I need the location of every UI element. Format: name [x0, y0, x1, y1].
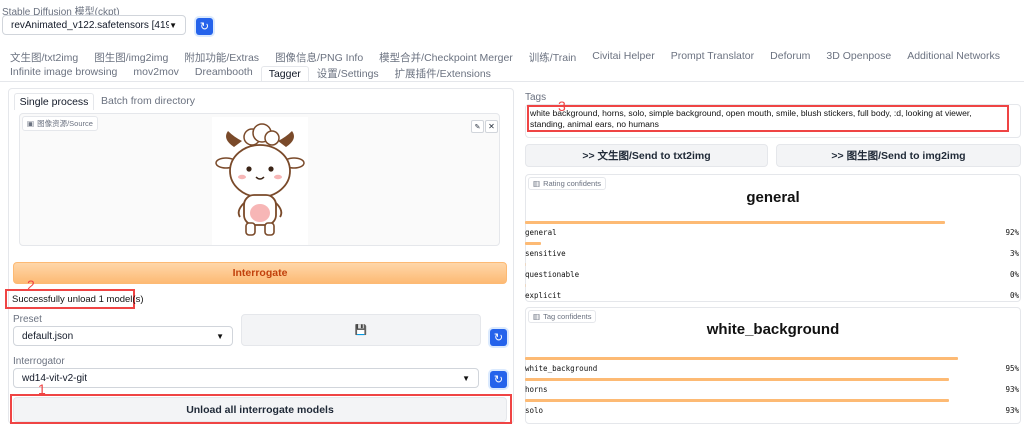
tab-txt2img[interactable]: 文生图/txt2img [2, 50, 86, 65]
tab-extras[interactable]: 附加功能/Extras [176, 50, 267, 65]
annotation-box-1 [10, 394, 512, 424]
preset-label: Preset [13, 314, 42, 325]
confidence-percent: 3% [1009, 249, 1019, 258]
confidence-name: white_background [525, 364, 598, 373]
preset-value: default.json [22, 330, 74, 342]
chart-icon: ▥ [533, 179, 541, 188]
confidence-row: general 92% [525, 221, 1021, 237]
tab-tagger[interactable]: Tagger [260, 66, 309, 81]
model-value: revAnimated_v122.safetensors [4199bcdc [11, 19, 170, 31]
confidence-name: horns [525, 385, 548, 394]
confidence-name: sensitive [525, 249, 566, 258]
status-text: Successfully unload 1 model(s) [12, 294, 144, 305]
interrogator-refresh-button[interactable]: ↻ [490, 371, 507, 388]
refresh-icon: ↻ [493, 332, 504, 344]
confidence-percent: 0% [1009, 270, 1019, 279]
chevron-down-icon: ▼ [169, 20, 177, 30]
tab-additional-networks[interactable]: Additional Networks [899, 50, 1008, 65]
confidence-name: solo [525, 406, 544, 415]
tab-checkpoint-merger[interactable]: 模型合并/Checkpoint Merger [371, 50, 521, 65]
tab-train[interactable]: 训练/Train [521, 50, 584, 65]
preset-refresh-button[interactable]: ↻ [490, 329, 507, 346]
preset-dropdown[interactable]: default.json ▼ [13, 326, 233, 346]
edit-icon[interactable]: ✎ [471, 120, 484, 133]
subtab-batch[interactable]: Batch from directory [101, 95, 195, 107]
rating-top-label: general [746, 189, 800, 206]
send-to-img2img-button[interactable]: >> 图生图/Send to img2img [776, 144, 1021, 167]
main-tabs-row1: 文生图/txt2img 图生图/img2img 附加功能/Extras 图像信息/PN… [2, 50, 1008, 65]
confidence-row: solo 93% [525, 399, 1021, 415]
confidence-percent: 92% [1005, 228, 1019, 237]
confidence-bar [525, 399, 949, 402]
confidence-name: general [525, 228, 557, 237]
interrogator-dropdown[interactable]: wd14-vit-v2-git ▼ [13, 368, 479, 388]
confidence-percent: 95% [1005, 364, 1019, 373]
tab-3d-openpose[interactable]: 3D Openpose [818, 50, 899, 65]
tab-png-info[interactable]: 图像信息/PNG Info [267, 50, 371, 65]
save-preset-button[interactable]: 💾 [241, 314, 481, 346]
source-label: ▣ 图像资源/Source [22, 116, 98, 131]
confidence-row: questionable 0% [525, 263, 1021, 279]
confidence-row: sensitive 3% [525, 242, 1021, 258]
floppy-icon: 💾 [354, 324, 368, 336]
model-dropdown[interactable]: revAnimated_v122.safetensors [4199bcdc ▼ [2, 15, 186, 35]
refresh-icon: ↻ [493, 374, 504, 386]
tab-img2img[interactable]: 图生图/img2img [86, 50, 176, 65]
confidence-percent: 93% [1005, 406, 1019, 415]
tab-extensions[interactable]: 扩展插件/Extensions [387, 66, 499, 81]
confidence-percent: 0% [1009, 291, 1019, 300]
chevron-down-icon: ▼ [462, 373, 470, 383]
tag-conf-top-label: white_background [706, 321, 840, 338]
send-to-txt2img-button[interactable]: >> 文生图/Send to txt2img [525, 144, 768, 167]
tab-dreambooth[interactable]: Dreambooth [187, 66, 261, 81]
confidence-name: explicit [525, 291, 562, 300]
chevron-down-icon: ▼ [216, 331, 224, 341]
interrogator-value: wd14-vit-v2-git [22, 372, 88, 384]
goat-image [212, 117, 308, 245]
image-icon: ▣ [27, 119, 35, 128]
close-icon[interactable]: ✕ [485, 120, 498, 133]
chart-icon: ▥ [533, 312, 541, 321]
subtab-single-process[interactable]: Single process [14, 93, 94, 110]
confidence-bar [525, 284, 526, 287]
tab-infinite-image-browsing[interactable]: Infinite image browsing [2, 66, 125, 81]
interrogator-label: Interrogator [13, 356, 65, 367]
tab-mov2mov[interactable]: mov2mov [125, 66, 187, 81]
confidence-row: white_background 95% [525, 357, 1021, 373]
confidence-bar [525, 378, 949, 381]
tab-civitai-helper[interactable]: Civitai Helper [584, 50, 662, 65]
main-tabs-row2: Infinite image browsing mov2mov Dreambooth… [2, 66, 499, 81]
refresh-icon: ↻ [199, 21, 210, 33]
confidence-bar [525, 263, 526, 266]
model-refresh-button[interactable]: ↻ [196, 18, 213, 35]
confidence-name: questionable [525, 270, 580, 279]
confidence-percent: 93% [1005, 385, 1019, 394]
confidence-bar [525, 221, 945, 224]
interrogate-button[interactable]: Interrogate [13, 262, 507, 284]
confidence-bar [525, 357, 958, 360]
tabs-divider [0, 81, 1024, 82]
tags-text: white background, horns, solo, simple ba… [530, 108, 972, 129]
confidence-row: explicit 0% [525, 284, 1021, 300]
confidence-bar [525, 242, 541, 245]
tab-settings[interactable]: 设置/Settings [309, 66, 387, 81]
tab-prompt-translator[interactable]: Prompt Translator [663, 50, 762, 65]
tags-label: Tags [525, 92, 547, 103]
confidence-row: horns 93% [525, 378, 1021, 394]
tab-deforum[interactable]: Deforum [762, 50, 818, 65]
